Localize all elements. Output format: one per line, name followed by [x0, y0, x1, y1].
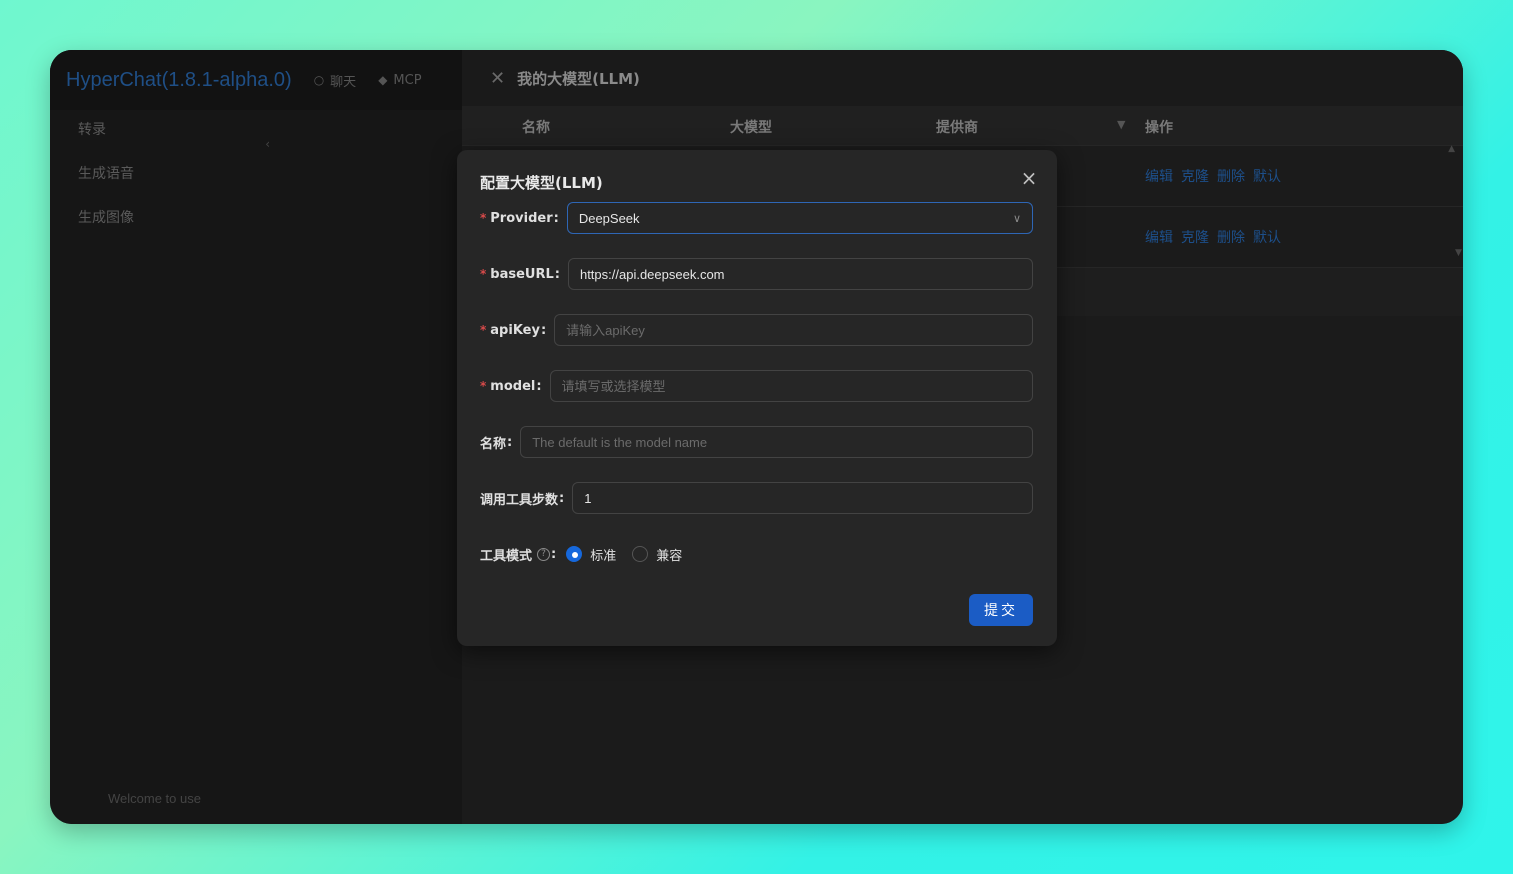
radio-compatible-label: 兼容: [656, 548, 683, 564]
provider-select[interactable]: DeepSeek ∨: [566, 202, 1033, 234]
provider-select-value: DeepSeek: [578, 210, 640, 226]
app-window: HyperChat(1.8.1-alpha.0) ○ 聊天 ◆ MCP 转录 ‹…: [50, 50, 1463, 824]
chevron-down-icon: ∨: [1012, 212, 1021, 225]
radio-standard[interactable]: 标准: [566, 545, 616, 564]
submit-button[interactable]: 提交: [969, 594, 1033, 626]
column-header-provider[interactable]: 提供商: [936, 117, 978, 137]
name-label: 名称 :: [480, 433, 520, 452]
baseurl-label: * baseURL :: [480, 267, 568, 282]
drawer-title: 我的大模型(LLM): [517, 69, 640, 88]
modal-title: 配置大模型(LLM): [480, 174, 603, 192]
top-bar: HyperChat(1.8.1-alpha.0) ○ 聊天 ◆ MCP: [50, 50, 462, 110]
edit-link[interactable]: 编辑: [1145, 227, 1173, 247]
tool-mode-label: 工具模式 ? :: [480, 545, 564, 564]
chat-icon: ○: [313, 73, 325, 87]
nav-item-mcp-label: MCP: [393, 72, 422, 88]
default-link[interactable]: 默认: [1253, 166, 1281, 186]
sidebar-item-label: 生成语音: [78, 166, 134, 182]
nav-item-chat[interactable]: ○ 聊天: [314, 71, 357, 90]
clone-link[interactable]: 克隆: [1181, 166, 1209, 186]
name-input[interactable]: [520, 426, 1033, 458]
tool-steps-label-text: 调用工具步数: [480, 492, 559, 508]
label-colon: :: [540, 322, 547, 338]
baseurl-label-text: baseURL: [490, 266, 554, 282]
model-label-text: model: [490, 378, 536, 394]
sidebar-item-tts[interactable]: 生成语音: [50, 154, 462, 198]
tool-steps-label: 调用工具步数 :: [480, 489, 572, 508]
column-header-actions: 操作: [1145, 120, 1173, 136]
radio-dot[interactable]: [566, 546, 583, 562]
required-mark: *: [480, 323, 487, 337]
required-mark: *: [480, 211, 487, 225]
label-colon: :: [551, 546, 557, 562]
table-header: 名称 大模型 提供商 ▼ 操作: [462, 106, 1463, 146]
name-row: 名称 :: [480, 426, 1033, 458]
tool-mode-radio-group: 标准 兼容: [566, 545, 682, 564]
nav-item-chat-label: 聊天: [330, 74, 357, 90]
delete-link[interactable]: 删除: [1217, 166, 1245, 186]
question-circle-icon[interactable]: ?: [537, 547, 551, 561]
app-title: HyperChat(1.8.1-alpha.0): [66, 68, 292, 91]
label-colon: :: [559, 490, 565, 506]
required-mark: *: [480, 267, 487, 281]
sidebar-item-label: 生成图像: [78, 210, 134, 226]
radio-dot[interactable]: [632, 546, 649, 562]
close-icon[interactable]: ×: [1019, 168, 1039, 188]
label-colon: :: [507, 434, 513, 450]
tool-mode-row: 工具模式 ? : 标准 兼容: [480, 538, 1033, 570]
default-link[interactable]: 默认: [1253, 227, 1281, 247]
welcome-text: Welcome to use: [108, 791, 201, 806]
provider-label: * Provider :: [480, 211, 567, 226]
model-row: * model :: [480, 370, 1033, 402]
apikey-row: * apiKey :: [480, 314, 1033, 346]
tool-steps-input[interactable]: [572, 482, 1033, 514]
delete-link[interactable]: 删除: [1217, 227, 1245, 247]
apikey-label: * apiKey :: [480, 323, 554, 338]
label-colon: :: [553, 210, 559, 226]
scroll-down-icon[interactable]: ▼: [1455, 248, 1462, 258]
apikey-input[interactable]: [554, 314, 1033, 346]
filter-icon[interactable]: ▼: [1117, 118, 1125, 131]
app-left-panel: HyperChat(1.8.1-alpha.0) ○ 聊天 ◆ MCP 转录 ‹…: [50, 50, 462, 824]
model-input[interactable]: [549, 370, 1033, 402]
provider-row: * Provider : DeepSeek ∨: [480, 202, 1033, 234]
sidebar-list: 转录 ‹ 生成语音 生成图像: [50, 110, 462, 242]
radio-standard-label: 标准: [590, 548, 617, 564]
row-actions: 编辑 克隆 删除 默认: [1145, 227, 1281, 247]
sidebar-item-label: 转录: [78, 122, 106, 138]
close-icon[interactable]: ✕: [490, 68, 505, 89]
model-label: * model :: [480, 379, 550, 394]
baseurl-input[interactable]: [567, 258, 1033, 290]
clone-link[interactable]: 克隆: [1181, 227, 1209, 247]
nav-item-mcp[interactable]: ◆ MCP: [378, 73, 421, 88]
edit-link[interactable]: 编辑: [1145, 166, 1173, 186]
tool-mode-label-text: 工具模式: [480, 548, 533, 564]
sidebar-item-transcribe[interactable]: 转录 ‹: [50, 110, 462, 154]
mcp-icon: ◆: [378, 73, 388, 87]
label-colon: :: [536, 378, 542, 394]
drawer-header: ✕ 我的大模型(LLM): [462, 50, 1463, 106]
table-scrollbar[interactable]: ▲ ▼: [1448, 144, 1462, 258]
apikey-label-text: apiKey: [490, 322, 540, 338]
baseurl-row: * baseURL :: [480, 258, 1033, 290]
name-label-text: 名称: [480, 436, 507, 452]
column-header-model[interactable]: 大模型: [730, 117, 772, 137]
tool-steps-row: 调用工具步数 :: [480, 482, 1033, 514]
column-header-name[interactable]: 名称: [522, 117, 550, 137]
sidebar-item-image[interactable]: 生成图像: [50, 198, 462, 242]
row-actions: 编辑 克隆 删除 默认: [1145, 166, 1281, 186]
scroll-up-icon[interactable]: ▲: [1448, 144, 1455, 154]
radio-compatible[interactable]: 兼容: [632, 545, 682, 564]
config-llm-modal: 配置大模型(LLM) × * Provider : DeepSeek ∨ * b…: [457, 150, 1057, 646]
provider-label-text: Provider: [490, 210, 553, 226]
required-mark: *: [480, 379, 487, 393]
label-colon: :: [554, 266, 560, 282]
